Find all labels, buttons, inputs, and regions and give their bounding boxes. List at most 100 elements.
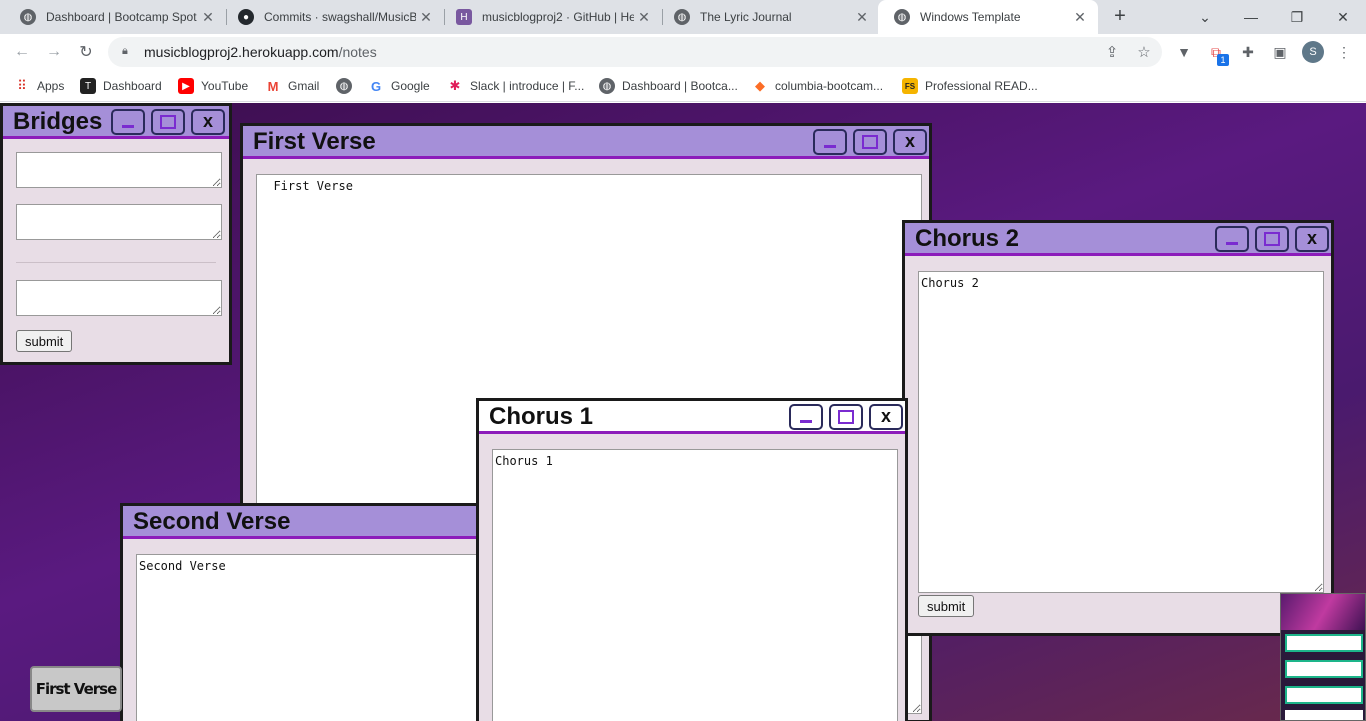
globe-icon: ◍	[674, 9, 690, 25]
minimize-icon	[824, 145, 836, 148]
tab-heroku[interactable]: H musicblogproj2 · GitHub | He ✕	[440, 0, 662, 34]
bookmark-label: Dashboard	[103, 79, 162, 93]
close-icon[interactable]: ✕	[1070, 9, 1090, 26]
bookmark-star-icon[interactable]: ☆	[1134, 42, 1154, 62]
tab-title: Commits · swagshall/MusicBl	[264, 10, 416, 24]
url-path: /notes	[338, 44, 377, 60]
restore-window-icon[interactable]: ❐	[1274, 0, 1320, 34]
window-chorus-1[interactable]: Chorus 1 x	[476, 398, 908, 721]
window-title: Chorus 2	[915, 225, 1020, 252]
page-desktop: Bridges x submit First Verse x Chorus 2 …	[0, 103, 1366, 721]
thumbnail-field	[1285, 660, 1363, 678]
chorus-2-textarea[interactable]	[918, 271, 1324, 593]
minimize-button[interactable]	[111, 109, 145, 135]
bookmark-readme[interactable]: FS Professional READ...	[902, 76, 1038, 96]
close-icon[interactable]: ✕	[416, 9, 436, 26]
page-thumbnail-preview[interactable]	[1280, 593, 1366, 721]
extension-v-icon[interactable]: ▼	[1174, 42, 1194, 62]
minimize-window-icon[interactable]: —	[1228, 0, 1274, 34]
bridges-input-2[interactable]	[16, 204, 222, 240]
address-bar[interactable]: 🔒︎ musicblogproj2.herokuapp.com/notes	[108, 37, 1162, 67]
taskbar-first-verse-button[interactable]: First Verse	[30, 666, 122, 712]
bookmark-label: Google	[391, 79, 430, 93]
bootcamp-icon: T	[80, 78, 96, 94]
window-titlebar[interactable]: Bridges x	[3, 106, 229, 139]
close-icon[interactable]: ✕	[852, 9, 872, 26]
minimize-button[interactable]	[813, 129, 847, 155]
window-titlebar[interactable]: Chorus 2 x	[905, 223, 1331, 256]
maximize-icon	[1264, 232, 1280, 246]
tab-strip: ◍ Dashboard | Bootcamp Spot ✕ ● Commits …	[0, 0, 1366, 34]
close-icon: x	[904, 131, 915, 151]
bookmark-label: Gmail	[288, 79, 320, 93]
chorus-1-textarea[interactable]	[492, 449, 898, 721]
tab-windows-template[interactable]: ◍ Windows Template ✕	[878, 0, 1098, 34]
maximize-button[interactable]	[151, 109, 185, 135]
minimize-button[interactable]	[1215, 226, 1249, 252]
bookmark-youtube[interactable]: ▶ YouTube	[178, 76, 248, 96]
divider	[16, 262, 216, 263]
bookmark-label: Professional READ...	[925, 79, 1038, 93]
bridges-input-3[interactable]	[16, 280, 222, 316]
bookmarks-bar: ⠿ Apps T Dashboard ▶ YouTube M Gmail ◍ G…	[0, 70, 1366, 102]
extensions-puzzle-icon[interactable]: ✚	[1238, 42, 1258, 62]
bookmark-label: Dashboard | Bootca...	[622, 79, 738, 93]
tab-title: Dashboard | Bootcamp Spot	[46, 10, 197, 24]
maximize-button[interactable]	[1255, 226, 1289, 252]
window-title: Second Verse	[133, 508, 291, 535]
minimize-icon	[800, 420, 812, 423]
forward-arrow-icon[interactable]: →	[42, 40, 66, 64]
maximize-icon	[862, 135, 878, 149]
bookmark-label: YouTube	[201, 79, 249, 93]
more-menu-icon[interactable]: ⋮	[1334, 42, 1354, 62]
close-button[interactable]: x	[893, 129, 927, 155]
submit-button[interactable]: submit	[16, 330, 73, 352]
share-icon[interactable]: ⇪	[1102, 42, 1122, 62]
bookmark-gmail[interactable]: M Gmail	[265, 76, 320, 96]
bookmark-gitlab[interactable]: ◆ columbia-bootcam...	[752, 76, 883, 96]
window-titlebar[interactable]: First Verse x	[243, 126, 929, 159]
tab-bootcamp-dashboard[interactable]: ◍ Dashboard | Bootcamp Spot ✕	[4, 0, 226, 34]
bridges-input-1[interactable]	[16, 152, 222, 188]
globe-icon: ◍	[336, 78, 352, 94]
tab-lyric-journal[interactable]: ◍ The Lyric Journal ✕	[658, 0, 880, 34]
bookmark-bootcamp-dashboard[interactable]: ◍ Dashboard | Bootca...	[599, 76, 738, 96]
close-button[interactable]: x	[1295, 226, 1329, 252]
tab-search-icon[interactable]: ⌄	[1182, 0, 1228, 34]
bookmark-label: Apps	[37, 79, 65, 93]
bookmark-google[interactable]: G Google	[368, 76, 430, 96]
close-icon[interactable]: ✕	[634, 9, 654, 26]
maximize-button[interactable]	[829, 404, 863, 430]
window-titlebar[interactable]: Chorus 1 x	[479, 401, 905, 434]
lock-icon: 🔒︎	[122, 45, 128, 57]
window-chorus-2[interactable]: Chorus 2 x submit	[902, 220, 1334, 636]
submit-button[interactable]: submit	[918, 595, 975, 617]
maximize-button[interactable]	[853, 129, 887, 155]
globe-icon: ◍	[20, 9, 36, 25]
bookmark-slack[interactable]: ✱ Slack | introduce | F...	[447, 76, 585, 96]
minimize-button[interactable]	[789, 404, 823, 430]
gmail-icon: M	[267, 78, 279, 94]
close-button[interactable]: x	[869, 404, 903, 430]
thumbnail-header	[1281, 594, 1365, 630]
close-icon: x	[202, 111, 213, 131]
close-icon[interactable]: ✕	[198, 9, 218, 26]
tab-commits[interactable]: ● Commits · swagshall/MusicBl ✕	[222, 0, 444, 34]
new-tab-button[interactable]: +	[1108, 5, 1132, 29]
window-title: Chorus 1	[489, 403, 594, 430]
reload-icon[interactable]: ↻	[74, 40, 98, 64]
bookmark-label: Slack | introduce | F...	[470, 79, 585, 93]
close-window-icon[interactable]: ✕	[1320, 0, 1366, 34]
side-panel-icon[interactable]: ▣	[1270, 42, 1290, 62]
profile-avatar[interactable]: S	[1302, 41, 1324, 63]
bookmark-apps[interactable]: ⠿ Apps	[14, 76, 64, 96]
bookmark-dashboard[interactable]: T Dashboard	[80, 76, 162, 96]
back-arrow-icon[interactable]: ←	[10, 40, 34, 64]
google-icon: G	[370, 78, 382, 94]
window-bridges[interactable]: Bridges x submit	[0, 103, 232, 365]
window-title: First Verse	[253, 128, 376, 155]
close-icon: x	[1306, 228, 1317, 248]
close-button[interactable]: x	[191, 109, 225, 135]
window-title: Bridges	[13, 108, 103, 135]
bookmark-globe[interactable]: ◍	[336, 76, 359, 96]
